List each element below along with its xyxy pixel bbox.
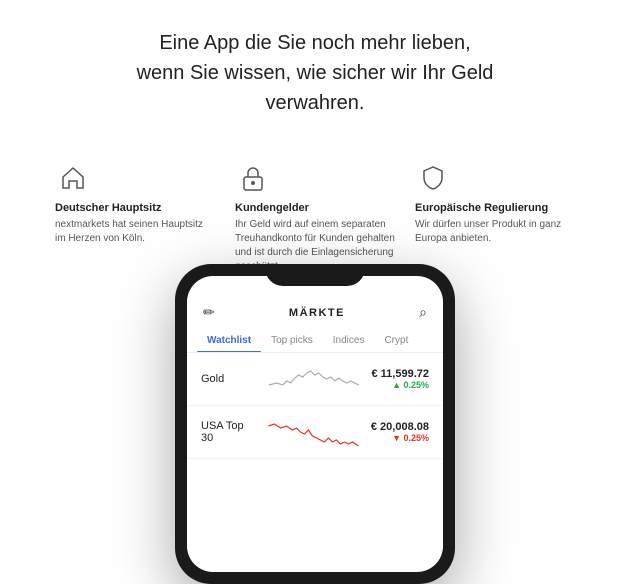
shield-icon (415, 160, 451, 196)
stock-name-usa: USA Top 30 (201, 420, 256, 444)
stock-name-gold: Gold (201, 373, 256, 385)
feature-lock: Kundengelder Ihr Geld wird auf einem sep… (225, 160, 405, 274)
stock-price-usa: € 20,008.08 (371, 421, 429, 433)
features-section: Deutscher Hauptsitz nextmarkets hat sein… (0, 142, 630, 274)
stock-list: Gold € 11,599.72 ▲ 0.25% USA Top 30 (187, 353, 443, 572)
header-section: Eine App die Sie noch mehr lieben, wenn … (0, 0, 630, 142)
feature-lock-title: Kundengelder (235, 202, 309, 214)
stock-item-usa[interactable]: USA Top 30 € 20,008.08 ▼ 0.25% (187, 406, 443, 459)
feature-shield-title: Europäische Regulierung (415, 202, 548, 214)
stock-chart-gold (262, 363, 365, 395)
stock-change-usa: ▼ 0.25% (371, 433, 429, 443)
feature-home: Deutscher Hauptsitz nextmarkets hat sein… (45, 160, 225, 274)
phone-screen: ✏ MÄRKTE ⌕ Watchlist Top picks Indices C… (187, 276, 443, 572)
feature-home-title: Deutscher Hauptsitz (55, 202, 161, 214)
app-title: MÄRKTE (289, 307, 345, 319)
lock-icon (235, 160, 271, 196)
stock-chart-usa (262, 416, 365, 448)
stock-price-gold: € 11,599.72 (371, 368, 429, 380)
stock-price-block-usa: € 20,008.08 ▼ 0.25% (371, 421, 429, 443)
phone-outer: ✏ MÄRKTE ⌕ Watchlist Top picks Indices C… (175, 264, 455, 584)
tab-top-picks[interactable]: Top picks (261, 329, 323, 352)
feature-home-desc: nextmarkets hat seinen Hauptsitz im Herz… (55, 218, 215, 246)
tab-crypto[interactable]: Crypt (374, 329, 418, 352)
feature-shield-desc: Wir dürfen unser Produkt in ganz Europa … (415, 218, 575, 246)
tab-watchlist[interactable]: Watchlist (197, 329, 261, 352)
search-icon[interactable]: ⌕ (419, 304, 427, 321)
header-title: Eine App die Sie noch mehr lieben, wenn … (60, 28, 570, 118)
tab-bar: Watchlist Top picks Indices Crypt (187, 329, 443, 353)
stock-price-block-gold: € 11,599.72 ▲ 0.25% (371, 368, 429, 390)
stock-change-gold: ▲ 0.25% (371, 380, 429, 390)
home-icon (55, 160, 91, 196)
phone-notch (265, 264, 365, 286)
phone-container: ✏ MÄRKTE ⌕ Watchlist Top picks Indices C… (0, 264, 630, 584)
feature-shield: Europäische Regulierung Wir dürfen unser… (405, 160, 585, 274)
tab-indices[interactable]: Indices (323, 329, 375, 352)
stock-item-gold[interactable]: Gold € 11,599.72 ▲ 0.25% (187, 353, 443, 406)
edit-icon[interactable]: ✏ (203, 304, 215, 321)
